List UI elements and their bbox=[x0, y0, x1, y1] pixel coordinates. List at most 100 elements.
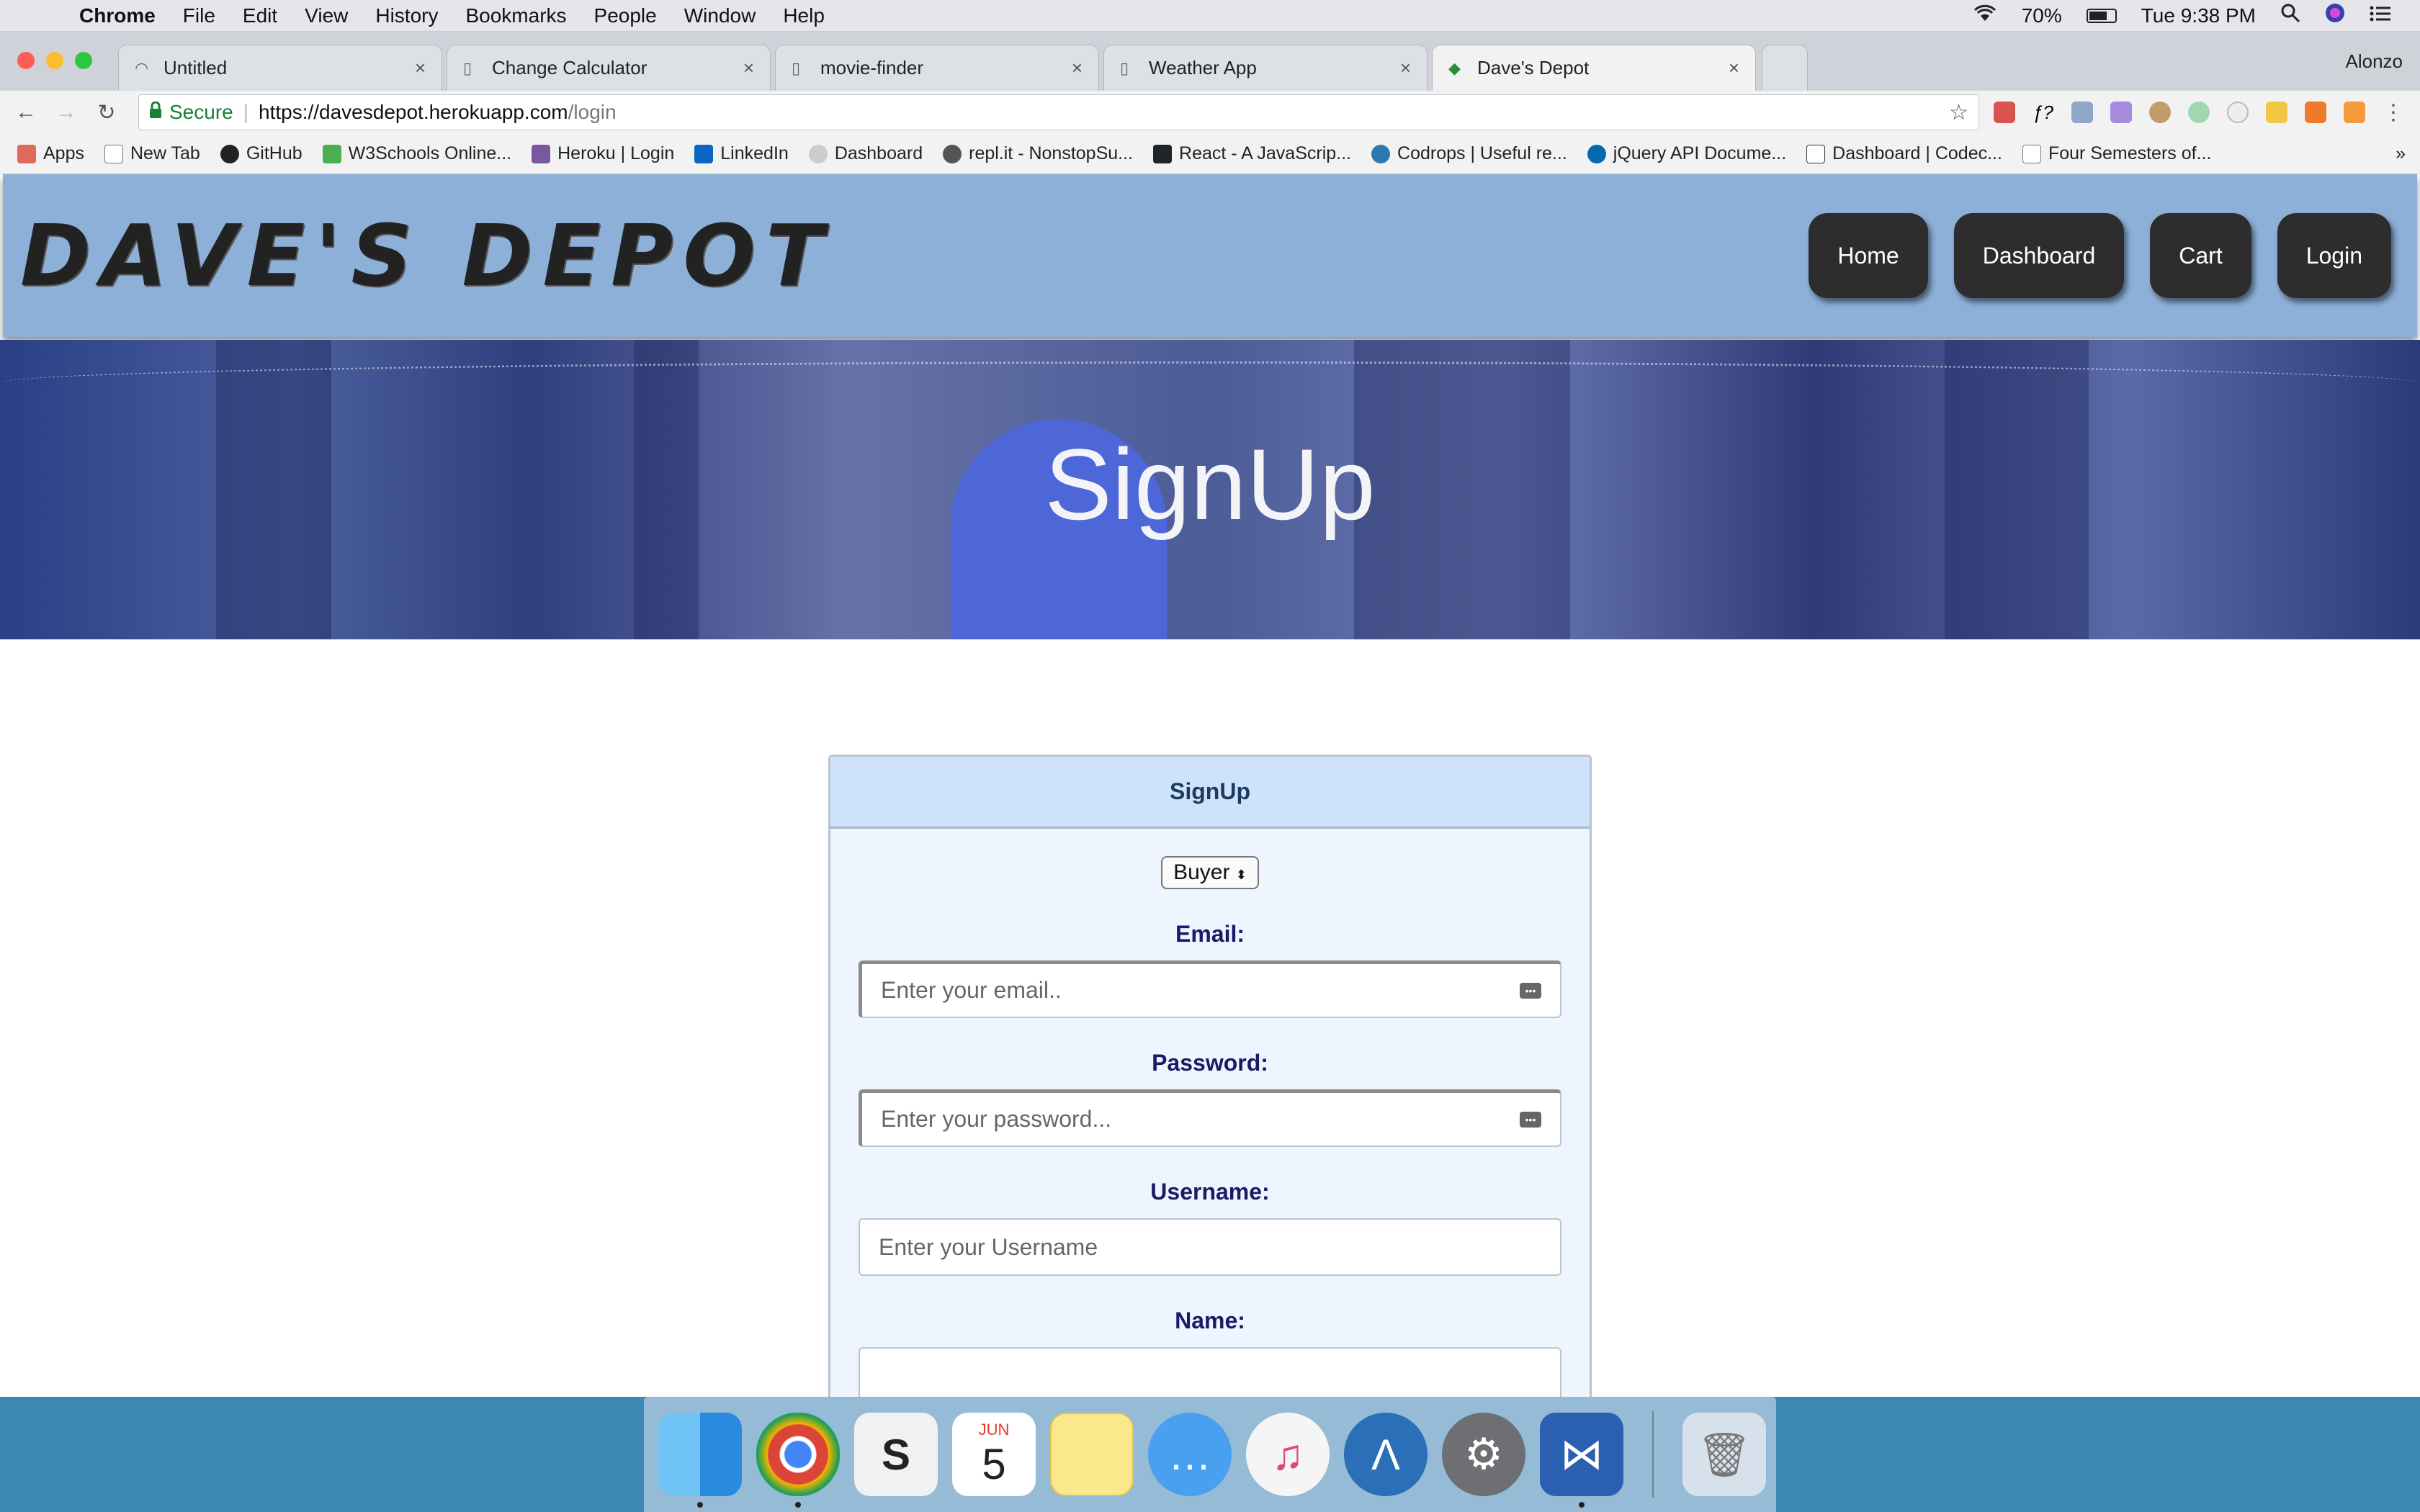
chrome-menu-icon[interactable]: ⋮ bbox=[2383, 100, 2404, 125]
menu-app-name[interactable]: Chrome bbox=[79, 4, 156, 27]
web-page: DAVE'S DEPOT Home Dashboard Cart Login S… bbox=[0, 174, 2420, 1397]
tab-close-icon[interactable]: × bbox=[1400, 57, 1411, 79]
battery-percent: 70% bbox=[2021, 4, 2062, 27]
eyedropper-icon[interactable] bbox=[2071, 102, 2093, 123]
nav-dashboard-button[interactable]: Dashboard bbox=[1953, 213, 2125, 298]
menu-history[interactable]: History bbox=[375, 4, 438, 27]
tab-close-icon[interactable]: × bbox=[743, 57, 754, 79]
name-label: Name: bbox=[1175, 1308, 1245, 1333]
profile-name[interactable]: Alonzo bbox=[2346, 50, 2403, 73]
string-lights bbox=[0, 361, 2420, 405]
siri-icon[interactable] bbox=[2325, 3, 2345, 28]
role-select[interactable]: Buyer ⬍ bbox=[1161, 856, 1259, 889]
name-field[interactable] bbox=[859, 1347, 1561, 1397]
notification-center-icon[interactable] bbox=[2370, 4, 2391, 27]
forward-arrow-icon[interactable]: → bbox=[46, 100, 86, 125]
bookmark-github[interactable]: GitHub bbox=[220, 143, 302, 164]
page-icon: ▯ bbox=[792, 58, 801, 77]
menu-clock[interactable]: Tue 9:38 PM bbox=[2141, 4, 2256, 27]
bookmark-apps[interactable]: Apps bbox=[17, 143, 84, 164]
extension-circle-icon[interactable] bbox=[2227, 102, 2249, 123]
codrops-icon bbox=[1371, 144, 1391, 163]
password-field[interactable]: Enter your password... ••• bbox=[859, 1089, 1561, 1147]
username-field[interactable]: Enter your Username bbox=[859, 1218, 1561, 1276]
itunes-icon[interactable]: ♫ bbox=[1246, 1413, 1330, 1496]
extension-red-icon[interactable] bbox=[1994, 102, 2015, 123]
role-select-value: Buyer bbox=[1173, 860, 1230, 884]
reload-icon[interactable]: ↻ bbox=[86, 100, 127, 125]
tab-close-icon[interactable]: × bbox=[1072, 57, 1083, 79]
chrome-icon[interactable] bbox=[756, 1413, 840, 1508]
calendar-day: 5 bbox=[982, 1439, 1006, 1488]
bookmark-four-semesters[interactable]: Four Semesters of... bbox=[2022, 143, 2211, 164]
menu-file[interactable]: File bbox=[183, 4, 215, 27]
font-extension-icon[interactable]: ƒ? bbox=[2033, 102, 2054, 123]
extension-purple-icon[interactable] bbox=[2110, 102, 2132, 123]
site-nav: Home Dashboard Cart Login bbox=[1809, 213, 2391, 298]
bookmark-jquery[interactable]: jQuery API Docume... bbox=[1587, 143, 1786, 164]
finder-icon[interactable] bbox=[658, 1413, 742, 1508]
back-arrow-icon[interactable]: ← bbox=[6, 100, 46, 125]
system-preferences-icon[interactable]: ⚙ bbox=[1442, 1413, 1525, 1496]
tab-change-calculator[interactable]: ▯ Change Calculator × bbox=[447, 45, 771, 91]
new-tab-button[interactable] bbox=[1762, 45, 1808, 91]
xcode-instruments-icon[interactable]: Λ bbox=[1344, 1413, 1428, 1496]
extension-orange-icon[interactable] bbox=[2305, 102, 2326, 123]
email-label: Email: bbox=[1175, 921, 1245, 947]
window-minimize-button[interactable] bbox=[46, 52, 63, 69]
tab-close-icon[interactable]: × bbox=[1729, 57, 1739, 79]
vscode-icon[interactable]: ⋈ bbox=[1540, 1413, 1623, 1508]
bookmark-replit[interactable]: repl.it - NonstopSu... bbox=[943, 143, 1133, 164]
notes-icon[interactable] bbox=[1050, 1413, 1134, 1496]
bookmark-dashboard[interactable]: Dashboard bbox=[808, 143, 923, 164]
tab-movie-finder[interactable]: ▯ movie-finder × bbox=[775, 45, 1099, 91]
extension-yellow-icon[interactable] bbox=[2266, 102, 2287, 123]
macos-dock: S JUN 5 … ♫ Λ ⚙ ⋈ 🗑 bbox=[644, 1397, 1776, 1512]
site-header: DAVE'S DEPOT Home Dashboard Cart Login bbox=[3, 174, 2417, 337]
menu-people[interactable]: People bbox=[594, 4, 657, 27]
tab-close-icon[interactable]: × bbox=[415, 57, 426, 79]
spotlight-search-icon[interactable] bbox=[2280, 3, 2300, 28]
extension-green-icon[interactable] bbox=[2188, 102, 2210, 123]
bookmark-react[interactable]: React - A JavaScrip... bbox=[1153, 143, 1351, 164]
select-arrows-icon: ⬍ bbox=[1235, 868, 1247, 882]
sublime-text-icon[interactable]: S bbox=[854, 1413, 938, 1496]
autofill-key-icon[interactable]: ••• bbox=[1520, 982, 1541, 999]
wifi-icon[interactable] bbox=[1973, 4, 1997, 27]
menu-help[interactable]: Help bbox=[783, 4, 825, 27]
autofill-key-icon[interactable]: ••• bbox=[1520, 1111, 1541, 1128]
nav-home-button[interactable]: Home bbox=[1809, 213, 1928, 298]
bookmark-codecademy[interactable]: Dashboard | Codec... bbox=[1806, 143, 2002, 164]
bookmark-codrops[interactable]: Codrops | Useful re... bbox=[1371, 143, 1567, 164]
tab-daves-depot[interactable]: ◆ Dave's Depot × bbox=[1432, 45, 1756, 91]
messages-icon[interactable]: … bbox=[1148, 1413, 1232, 1496]
menu-window[interactable]: Window bbox=[684, 4, 756, 27]
trash-icon[interactable]: 🗑 bbox=[1682, 1413, 1766, 1496]
window-zoom-button[interactable] bbox=[75, 52, 92, 69]
bookmark-star-icon[interactable]: ☆ bbox=[1949, 100, 1968, 125]
cube-favicon-icon: ◆ bbox=[1448, 58, 1461, 77]
menu-edit[interactable]: Edit bbox=[243, 4, 277, 27]
tab-weather-app[interactable]: ▯ Weather App × bbox=[1103, 45, 1428, 91]
bookmark-new-tab[interactable]: New Tab bbox=[104, 143, 200, 164]
nav-login-button[interactable]: Login bbox=[2277, 213, 2391, 298]
bookmark-linkedin[interactable]: LinkedIn bbox=[694, 143, 789, 164]
site-logo[interactable]: DAVE'S DEPOT bbox=[20, 206, 833, 305]
nav-cart-button[interactable]: Cart bbox=[2150, 213, 2251, 298]
window-close-button[interactable] bbox=[17, 52, 35, 69]
calendar-icon[interactable]: JUN 5 bbox=[952, 1413, 1036, 1496]
email-field[interactable]: Enter your email.. ••• bbox=[859, 960, 1561, 1018]
password-label: Password: bbox=[1152, 1050, 1268, 1076]
bookmark-w3schools[interactable]: W3Schools Online... bbox=[322, 143, 511, 164]
menu-view[interactable]: View bbox=[305, 4, 348, 27]
bookmark-heroku[interactable]: Heroku | Login bbox=[532, 143, 674, 164]
tab-untitled[interactable]: ◠ Untitled × bbox=[118, 45, 442, 91]
menu-bookmarks[interactable]: Bookmarks bbox=[465, 4, 566, 27]
bookmarks-overflow-icon[interactable]: » bbox=[2396, 143, 2406, 164]
address-bar[interactable]: Secure | https://davesdepot.herokuapp.co… bbox=[138, 94, 1979, 130]
battery-icon[interactable] bbox=[2086, 8, 2117, 23]
jquery-icon bbox=[1587, 144, 1606, 163]
extension-flame-icon[interactable] bbox=[2344, 102, 2365, 123]
address-divider: | bbox=[243, 101, 248, 123]
avatar-extension-icon[interactable] bbox=[2149, 102, 2171, 123]
